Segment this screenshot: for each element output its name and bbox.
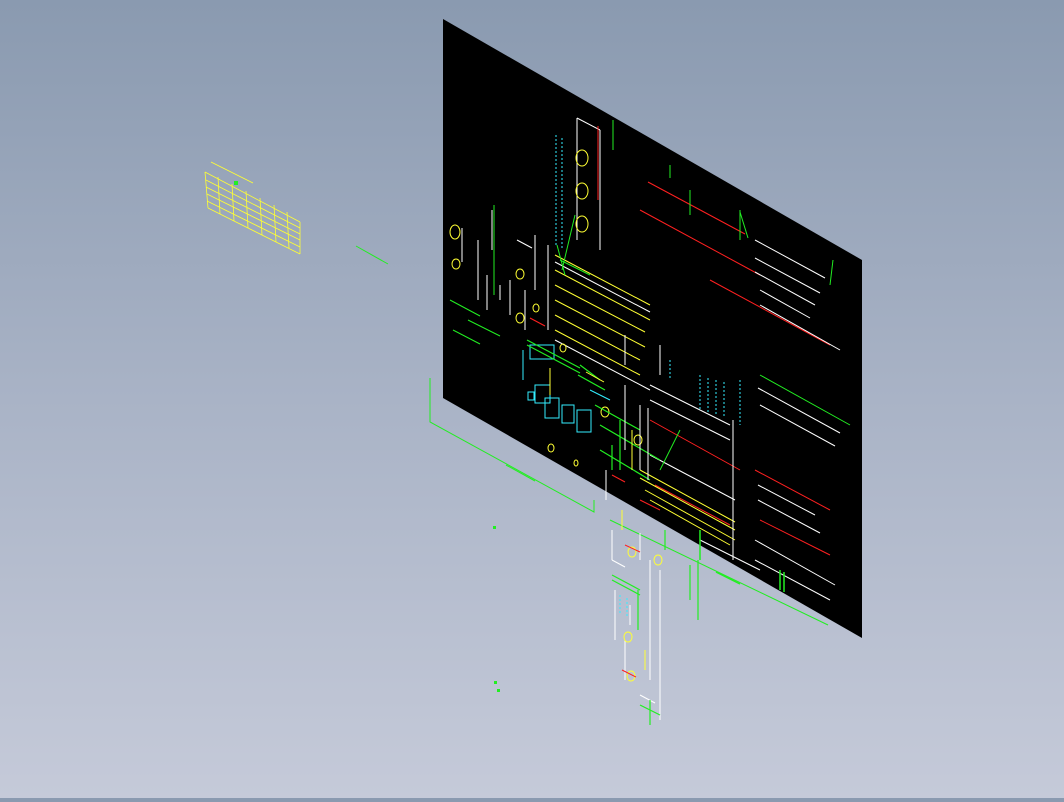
stray-marker-2 bbox=[494, 681, 497, 684]
cad-viewport[interactable] bbox=[0, 0, 1064, 798]
floating-green-segment bbox=[355, 245, 389, 265]
stray-marker-1 bbox=[493, 526, 496, 529]
hanging-assembly bbox=[611, 510, 699, 725]
floating-table bbox=[204, 161, 301, 255]
cad-canvas[interactable] bbox=[0, 0, 1064, 798]
stray-marker-3 bbox=[497, 689, 500, 692]
table-marker bbox=[234, 181, 238, 185]
